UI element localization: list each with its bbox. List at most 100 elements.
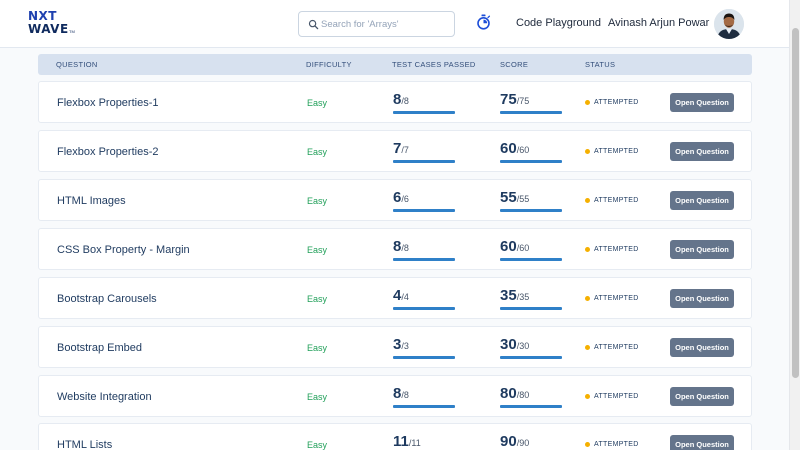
search-input[interactable] [321, 16, 449, 33]
status-dot-icon [585, 442, 590, 447]
score-total: /30 [516, 341, 530, 351]
test-cases-total: /8 [401, 390, 409, 400]
open-question-button[interactable]: Open Question [670, 142, 734, 161]
score-obtained: 80 [500, 385, 517, 402]
difficulty-label: Easy [307, 147, 328, 157]
test-cases-progress-bar [393, 356, 455, 359]
avatar-image [714, 9, 744, 39]
test-cases-progress-bar [393, 209, 455, 212]
score-obtained: 60 [500, 238, 517, 255]
table-row[interactable]: CSS Box Property - Margin Easy 8/8 60/60… [38, 228, 752, 270]
status-badge: ATTEMPTED [594, 441, 639, 448]
test-cases-value: 7/7 [393, 140, 409, 157]
score-total: /75 [516, 96, 530, 106]
score-value: 35/35 [500, 287, 530, 304]
difficulty-label: Easy [307, 98, 328, 108]
open-question-button[interactable]: Open Question [670, 338, 734, 357]
column-header-question: QUESTION [56, 60, 98, 69]
logo-trademark: TM [69, 29, 75, 34]
status-badge: ATTEMPTED [594, 344, 639, 351]
score-value: 60/60 [500, 238, 530, 255]
status-badge: ATTEMPTED [594, 393, 639, 400]
scrollbar-thumb[interactable] [792, 28, 799, 378]
score-value: 30/30 [500, 336, 530, 353]
status-dot-icon [585, 345, 590, 350]
score-value: 60/60 [500, 140, 529, 157]
open-question-button[interactable]: Open Question [670, 289, 734, 308]
user-avatar[interactable] [714, 9, 744, 39]
difficulty-label: Easy [307, 245, 328, 255]
open-question-button[interactable]: Open Question [670, 191, 734, 210]
score-total: /55 [516, 194, 530, 204]
question-title[interactable]: Bootstrap Carousels [57, 293, 157, 305]
question-title[interactable]: Flexbox Properties-2 [57, 146, 159, 158]
difficulty-label: Easy [307, 196, 328, 206]
score-obtained: 35 [500, 287, 517, 304]
column-header-difficulty: DIFFICULTY [306, 60, 352, 69]
score-total: /35 [516, 292, 530, 302]
column-header-score: SCORE [500, 60, 529, 69]
test-cases-total: /11 [408, 438, 421, 448]
score-value: 90/90 [500, 433, 530, 450]
score-progress-bar [500, 111, 562, 114]
open-question-button[interactable]: Open Question [670, 435, 734, 450]
status-dot-icon [585, 198, 590, 203]
question-title[interactable]: Bootstrap Embed [57, 342, 142, 354]
test-cases-total: /8 [401, 96, 409, 106]
question-title[interactable]: Flexbox Properties-1 [57, 97, 159, 109]
score-obtained: 75 [500, 91, 517, 108]
score-total: /80 [516, 390, 530, 400]
score-progress-bar [500, 209, 562, 212]
table-row[interactable]: Website Integration Easy 8/8 80/80 ATTEM… [38, 375, 752, 417]
score-obtained: 30 [500, 336, 517, 353]
question-title[interactable]: Website Integration [57, 391, 152, 403]
score-value: 55/55 [500, 189, 530, 206]
test-cases-total: /7 [401, 145, 409, 155]
test-cases-progress-bar [393, 111, 455, 114]
search-box[interactable] [298, 11, 455, 37]
question-title[interactable]: CSS Box Property - Margin [57, 244, 190, 256]
status-dot-icon [585, 149, 590, 154]
score-value: 75/75 [500, 91, 530, 108]
score-obtained: 90 [500, 433, 517, 450]
search-icon [308, 19, 319, 30]
question-title[interactable]: HTML Lists [57, 439, 112, 450]
test-cases-value: 8/8 [393, 91, 409, 108]
status-dot-icon [585, 394, 590, 399]
table-header-row: QUESTION DIFFICULTY TEST CASES PASSED SC… [38, 54, 752, 75]
status-badge: ATTEMPTED [594, 99, 639, 106]
table-row[interactable]: Bootstrap Carousels Easy 4/4 35/35 ATTEM… [38, 277, 752, 319]
open-question-button[interactable]: Open Question [670, 240, 734, 259]
test-cases-value: 4/4 [393, 287, 409, 304]
table-row[interactable]: Flexbox Properties-2 Easy 7/7 60/60 ATTE… [38, 130, 752, 172]
test-cases-total: /4 [401, 292, 409, 302]
question-title[interactable]: HTML Images [57, 195, 126, 207]
score-value: 80/80 [500, 385, 530, 402]
score-obtained: 55 [500, 189, 517, 206]
status-badge: ATTEMPTED [594, 148, 639, 155]
top-navbar: NXT WAVE TM Code Playground Avinash Arju… [0, 0, 789, 48]
test-cases-progress-bar [393, 160, 455, 163]
page-scrollbar[interactable] [789, 0, 800, 450]
test-cases-progress-bar [393, 405, 455, 408]
table-row[interactable]: Flexbox Properties-1 Easy 8/8 75/75 ATTE… [38, 81, 752, 123]
test-cases-progress-bar [393, 258, 455, 261]
table-row[interactable]: HTML Images Easy 6/6 55/55 ATTEMPTED Ope… [38, 179, 752, 221]
code-playground-link[interactable]: Code Playground [516, 17, 601, 29]
nxtwave-logo[interactable]: NXT WAVE TM [28, 10, 80, 38]
test-cases-total: /3 [401, 341, 409, 351]
score-obtained: 60 [500, 140, 517, 157]
user-name[interactable]: Avinash Arjun Powar [608, 17, 709, 29]
score-total: /60 [516, 243, 530, 253]
open-question-button[interactable]: Open Question [670, 387, 734, 406]
difficulty-label: Easy [307, 294, 328, 304]
score-total: /90 [516, 438, 530, 448]
open-question-button[interactable]: Open Question [670, 93, 734, 112]
stopwatch-icon[interactable] [476, 14, 491, 30]
status-badge: ATTEMPTED [594, 295, 639, 302]
logo-line-2: WAVE [28, 22, 69, 36]
table-row[interactable]: HTML Lists Easy 11/11 90/90 ATTEMPTED Op… [38, 423, 752, 450]
score-progress-bar [500, 258, 562, 261]
table-row[interactable]: Bootstrap Embed Easy 3/3 30/30 ATTEMPTED… [38, 326, 752, 368]
score-progress-bar [500, 405, 562, 408]
